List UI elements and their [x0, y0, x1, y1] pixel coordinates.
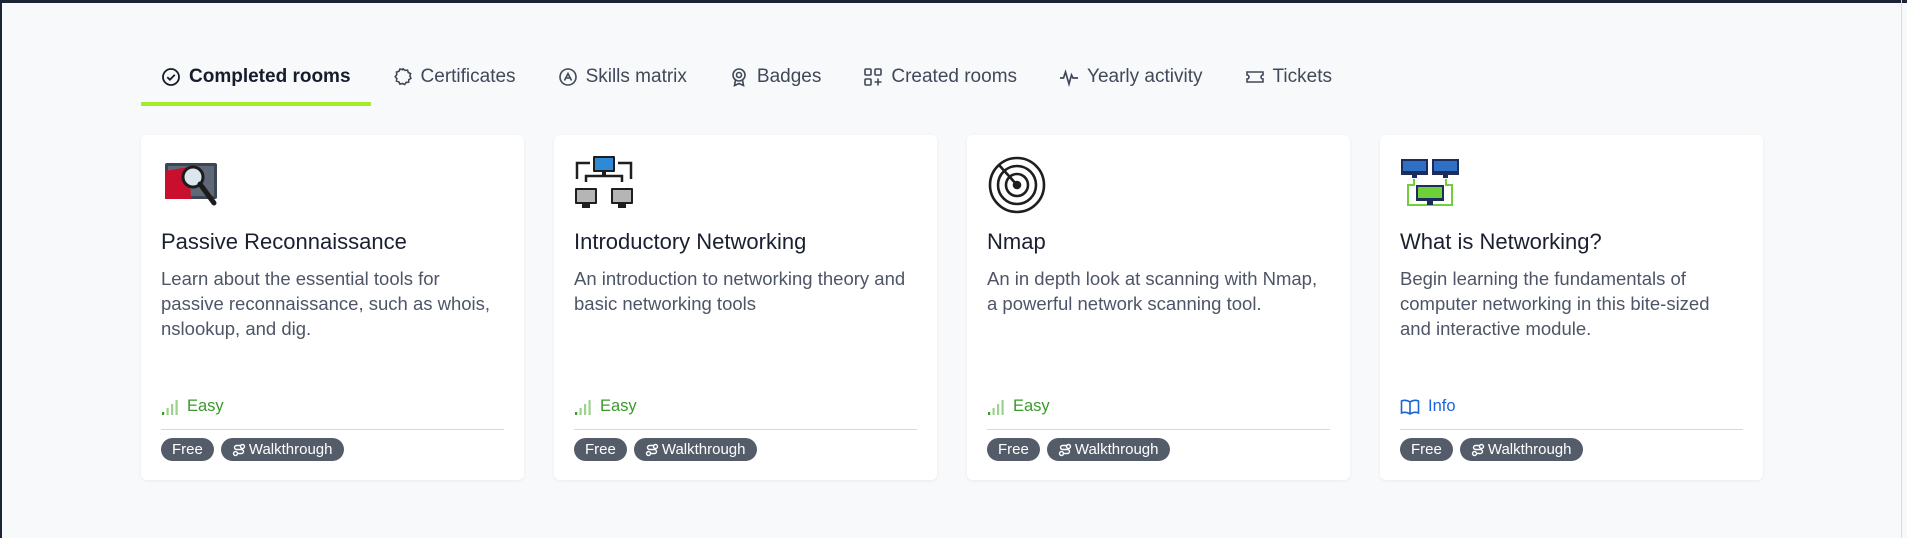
tab-label: Created rooms	[891, 66, 1018, 87]
tab-certificates[interactable]: Certificates	[373, 52, 536, 102]
room-card-passive-reconnaissance[interactable]: Passive Reconnaissance Learn about the e…	[141, 135, 524, 480]
room-cards: Passive Reconnaissance Learn about the e…	[141, 135, 1763, 480]
tag-free: Free	[1400, 438, 1453, 461]
tag-free: Free	[574, 438, 627, 461]
difficulty-label: Easy	[600, 397, 637, 415]
check-circle-icon	[162, 68, 180, 86]
difficulty-signal-icon	[575, 399, 591, 415]
info-link[interactable]: Info	[1428, 397, 1456, 416]
book-open-icon	[1400, 399, 1420, 415]
tag-walkthrough: Walkthrough	[1459, 438, 1583, 461]
room-tags: Free Walkthrough	[987, 438, 1170, 461]
scrollbar-track	[1901, 0, 1902, 538]
certificate-icon	[393, 67, 412, 86]
room-tags: Free Walkthrough	[574, 438, 757, 461]
tag-walkthrough: Walkthrough	[220, 438, 344, 461]
tab-label: Badges	[756, 66, 822, 87]
connected-monitors-icon	[1401, 159, 1459, 206]
tab-label: Skills matrix	[585, 66, 687, 87]
tag-free: Free	[987, 438, 1040, 461]
tag-label: Free	[585, 441, 616, 458]
room-title: Nmap	[987, 229, 1046, 254]
card-divider	[574, 429, 917, 430]
tab-badges[interactable]: Badges	[709, 52, 841, 102]
walkthrough-icon	[1058, 443, 1072, 456]
room-tags: Free Walkthrough	[1400, 438, 1583, 461]
tag-label: Walkthrough	[661, 441, 746, 458]
room-tags: Free Walkthrough	[161, 438, 344, 461]
room-description: Learn about the essential tools for pass…	[161, 268, 491, 339]
walkthrough-icon	[1471, 443, 1485, 456]
tab-label: Completed rooms	[189, 66, 351, 87]
tab-label: Certificates	[420, 66, 516, 87]
tag-label: Free	[172, 441, 203, 458]
tag-label: Walkthrough	[1487, 441, 1572, 458]
ticket-icon	[1245, 71, 1264, 83]
tab-label: Tickets	[1272, 66, 1332, 87]
tag-label: Free	[1411, 441, 1442, 458]
room-card-nmap[interactable]: Nmap An in depth look at scanning with N…	[967, 135, 1350, 480]
difficulty-signal-icon	[988, 399, 1004, 415]
tag-walkthrough: Walkthrough	[633, 438, 757, 461]
room-card-introductory-networking[interactable]: Introductory Networking An introduction …	[554, 135, 937, 480]
card-divider	[161, 429, 504, 430]
magnifier-monitor-icon	[165, 163, 217, 206]
room-card-what-is-networking[interactable]: What is Networking? Begin learning the f…	[1380, 135, 1763, 480]
room-difficulty: Easy	[574, 397, 917, 416]
tab-completed-rooms[interactable]: Completed rooms	[141, 52, 371, 106]
room-title: Introductory Networking	[574, 229, 807, 254]
tab-tickets[interactable]: Tickets	[1225, 52, 1352, 102]
room-description: An in depth look at scanning with Nmap, …	[987, 268, 1318, 314]
walkthrough-icon	[232, 443, 246, 456]
activity-pulse-icon	[1060, 69, 1079, 87]
tab-label: Yearly activity	[1087, 66, 1203, 87]
tag-label: Free	[998, 441, 1029, 458]
radar-icon	[988, 156, 1046, 214]
tab-created-rooms[interactable]: Created rooms	[843, 52, 1037, 102]
grid-plus-icon	[864, 68, 883, 86]
tab-skills-matrix[interactable]: Skills matrix	[538, 52, 707, 102]
room-description: An introduction to networking theory and…	[574, 268, 906, 314]
room-difficulty: Easy	[987, 397, 1330, 416]
card-divider	[987, 429, 1330, 430]
tag-label: Walkthrough	[1074, 441, 1159, 458]
tag-free: Free	[161, 438, 214, 461]
room-info[interactable]: Info	[1400, 397, 1743, 416]
tab-yearly-activity[interactable]: Yearly activity	[1039, 52, 1222, 102]
tag-label: Walkthrough	[248, 441, 333, 458]
skills-matrix-icon	[558, 68, 577, 86]
window-top-border	[0, 0, 1907, 3]
walkthrough-icon	[645, 443, 659, 456]
room-difficulty: Easy	[161, 397, 504, 416]
tag-walkthrough: Walkthrough	[1046, 438, 1170, 461]
network-computers-icon	[575, 156, 633, 208]
profile-tabs: Completed rooms Certificates Skills matr…	[141, 52, 1354, 106]
window-left-border	[0, 0, 2, 538]
room-title: Passive Reconnaissance	[161, 229, 407, 254]
card-divider	[1400, 429, 1743, 430]
room-description: Begin learning the fundamentals of compu…	[1400, 268, 1710, 339]
difficulty-label: Easy	[187, 397, 224, 415]
room-title: What is Networking?	[1400, 229, 1602, 254]
difficulty-label: Easy	[1013, 397, 1050, 415]
badge-icon	[732, 68, 746, 87]
difficulty-signal-icon	[162, 399, 178, 415]
